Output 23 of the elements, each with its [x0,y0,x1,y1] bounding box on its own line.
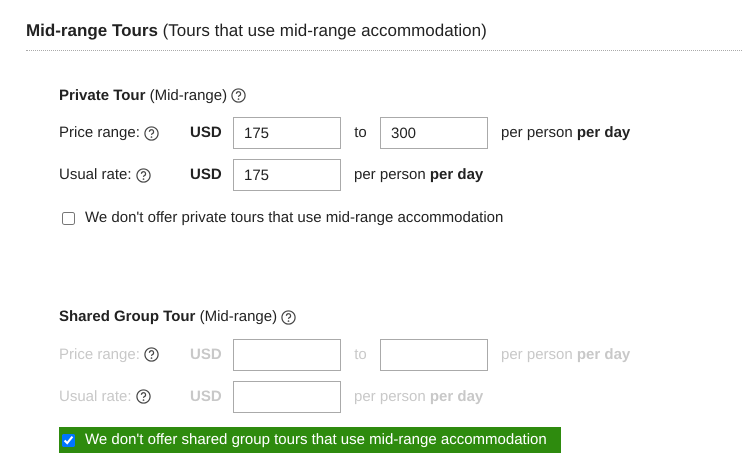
currency-label: USD [190,164,223,185]
section-heading: Mid-range Tours (Tours that use mid-range accommodation) [26,18,742,50]
subsection-title: Private Tour (Mid-range) [59,86,228,106]
field-label: Price range: [59,122,140,143]
currency-label: USD [190,122,223,143]
field-label: Usual rate: [59,164,132,185]
help-icon[interactable] [144,126,159,140]
opt-out-checkbox[interactable] [62,434,75,446]
subsection-title: Shared Group Tour (Mid-range) [59,307,278,328]
unit-label: per person per day [354,164,484,185]
price-field[interactable]: 175 [233,159,341,191]
unit-label: per person per day [501,122,630,143]
help-icon[interactable] [136,168,151,182]
price-field[interactable]: 175 [233,117,341,149]
opt-out-option[interactable]: We don't offer shared group tours that use mid-range accommodation [59,426,561,454]
price-field[interactable]: 300 [380,117,488,149]
help-icon[interactable] [231,88,246,104]
opt-out-option[interactable]: We don't offer private tours that use mid-range accommodation [59,205,518,232]
help-icon[interactable] [281,310,296,325]
help-icon[interactable] [136,389,151,404]
opt-out-checkbox[interactable] [62,212,75,225]
range-separator: to [353,122,368,143]
help-icon[interactable] [144,347,159,362]
